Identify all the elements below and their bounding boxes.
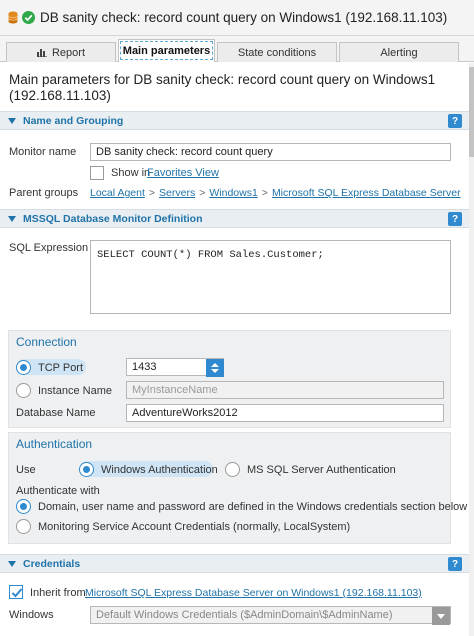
help-icon[interactable]: ? [448,114,462,128]
favorites-view-link[interactable]: Favorites View [147,167,219,179]
section-definition-title: MSSQL Database Monitor Definition [23,212,203,225]
monitor-name-label: Monitor name [9,146,77,158]
database-name-input[interactable]: AdventureWorks2012 [126,404,444,422]
tcp-port-value: 1433 [132,361,157,373]
crumb-sql-express-server[interactable]: Microsoft SQL Express Database Server [272,187,461,199]
service-account-label: Monitoring Service Account Credentials (… [38,521,351,533]
tab-bar: Report Main parameters State conditions … [0,36,474,62]
checkmark-icon [11,588,23,598]
section-name-grouping-title: Name and Grouping [23,114,124,127]
crumb-separator: > [199,187,206,199]
instance-name-label: Instance Name [38,385,112,397]
page-title: Main parameters for DB sanity check: rec… [9,72,436,103]
status-ok-icon [22,11,35,24]
collapse-arrow-icon [8,560,16,567]
tcp-port-label: TCP Port [38,362,84,374]
scrollbar-thumb[interactable] [469,67,474,157]
crumb-separator: > [148,187,156,199]
crumb-local-agent[interactable]: Local Agent [90,187,145,199]
tab-report[interactable]: Report [6,42,116,62]
parent-groups-label: Parent groups [9,187,79,199]
collapse-arrow-icon [8,117,16,124]
windows-credentials-select[interactable]: Default Windows Credentials ($AdminDomai… [90,606,451,625]
inherit-from-link[interactable]: Microsoft SQL Express Database Server on… [85,587,422,599]
domain-credentials-label: Domain, user name and password are defin… [38,501,468,513]
spinner-icon[interactable] [206,359,224,377]
sql-auth-radio[interactable] [225,462,240,477]
section-credentials[interactable]: Credentials ? [0,554,469,573]
inherit-from-checkbox[interactable] [9,585,23,599]
tab-report-label: Report [51,46,86,59]
authentication-title: Authentication [16,437,93,451]
authenticate-with-label: Authenticate with [16,485,100,497]
section-credentials-title: Credentials [23,557,81,570]
database-icon [8,11,18,24]
tab-state-conditions[interactable]: State conditions [217,42,337,62]
tab-main-parameters[interactable]: Main parameters [118,39,215,62]
instance-name-input[interactable]: MyInstanceName [126,381,444,399]
show-in-favorites-checkbox[interactable] [90,166,104,180]
tcp-port-radio[interactable] [16,360,31,375]
crumb-separator: > [261,187,268,199]
section-definition[interactable]: MSSQL Database Monitor Definition ? [0,209,469,228]
dropdown-arrow-icon[interactable] [432,607,450,625]
help-icon[interactable]: ? [448,212,462,226]
windows-credentials-label: Windows [9,609,54,621]
window-titlebar: DB sanity check: record count query on W… [0,0,474,36]
section-name-grouping[interactable]: Name and Grouping ? [0,111,469,130]
windows-auth-radio[interactable] [79,462,94,477]
sql-auth-label: MS SQL Server Authentication [247,464,396,476]
help-icon[interactable]: ? [448,557,462,571]
show-in-label: Show in [111,167,151,179]
window-title: DB sanity check: record count query on W… [40,10,448,25]
report-icon [36,49,47,57]
database-name-label: Database Name [16,407,96,419]
sql-expression-label: SQL Expression [9,242,89,254]
tab-state-conditions-label: State conditions [237,46,317,59]
service-account-radio[interactable] [16,519,31,534]
tab-main-parameters-label: Main parameters [122,45,211,57]
monitor-name-input[interactable]: DB sanity check: record count query [90,143,451,161]
parent-groups-breadcrumb: Local Agent > Servers > Windows1 > Microsoft S… [90,187,461,199]
connection-title: Connection [16,335,77,349]
windows-credentials-value: Default Windows Credentials ($AdminDomai… [96,609,393,621]
inherit-from-label: Inherit from [30,587,86,599]
crumb-windows1[interactable]: Windows1 [209,187,257,199]
tcp-port-input[interactable]: 1433 [126,358,224,377]
crumb-servers[interactable]: Servers [159,187,195,199]
domain-credentials-radio[interactable] [16,499,31,514]
windows-auth-label: Windows Authentication [101,464,218,476]
vertical-scrollbar[interactable] [469,63,474,636]
tab-alerting[interactable]: Alerting [339,42,459,62]
instance-name-radio[interactable] [16,383,31,398]
use-label: Use [16,464,36,476]
tab-alerting-label: Alerting [380,46,418,59]
monitor-settings-window: { "window": { "title": "DB sanity check:… [0,0,474,636]
sql-expression-textarea[interactable]: SELECT COUNT(*) FROM Sales.Customer; [90,240,451,314]
collapse-arrow-icon [8,215,16,222]
